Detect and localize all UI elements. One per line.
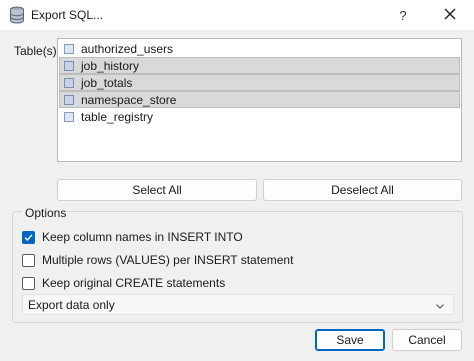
table-row[interactable]: authorized_users: [59, 40, 460, 57]
keep-create-option[interactable]: Keep original CREATE statements: [22, 276, 225, 290]
database-icon: [9, 6, 25, 24]
table-row[interactable]: job_totals: [59, 74, 460, 91]
table-checkbox[interactable]: [64, 77, 74, 88]
deselect-all-label: Deselect All: [331, 183, 394, 197]
table-checkbox[interactable]: [64, 111, 74, 122]
multiple-rows-option[interactable]: Multiple rows (VALUES) per INSERT statem…: [22, 253, 293, 267]
table-row[interactable]: namespace_store: [59, 91, 460, 108]
keep-create-checkbox[interactable]: [22, 276, 35, 290]
save-button[interactable]: Save: [315, 329, 385, 351]
save-label: Save: [336, 333, 364, 347]
options-label: Options: [22, 206, 70, 220]
table-name: job_history: [81, 58, 140, 73]
export-mode-select[interactable]: Export data only: [22, 294, 454, 315]
table-checkbox[interactable]: [64, 94, 74, 105]
table-row[interactable]: table_registry: [59, 108, 460, 125]
title-bar: Export SQL... ?: [0, 0, 474, 30]
keep-create-label: Keep original CREATE statements: [42, 276, 226, 290]
cancel-label: Cancel: [408, 333, 446, 347]
help-label: ?: [399, 7, 407, 23]
table-name: table_registry: [81, 109, 154, 124]
select-all-label: Select All: [132, 183, 182, 197]
cancel-button[interactable]: Cancel: [392, 329, 462, 351]
export-mode-value: Export data only: [28, 297, 115, 312]
table-name: namespace_store: [81, 92, 177, 107]
table-name: authorized_users: [81, 41, 174, 56]
checkmark-icon: [24, 233, 33, 241]
table-list[interactable]: authorized_users job_history job_totals …: [57, 38, 462, 162]
select-all-button[interactable]: Select All: [57, 179, 257, 201]
window-title: Export SQL...: [31, 8, 104, 22]
close-icon: [444, 8, 456, 23]
multiple-rows-checkbox[interactable]: [22, 253, 35, 267]
help-button[interactable]: ?: [380, 0, 426, 30]
deselect-all-button[interactable]: Deselect All: [263, 179, 462, 201]
keep-column-names-checkbox[interactable]: [22, 230, 35, 244]
table-name: job_totals: [81, 75, 133, 90]
close-button[interactable]: [426, 0, 474, 30]
keep-column-names-option[interactable]: Keep column names in INSERT INTO: [22, 230, 243, 244]
table-row[interactable]: job_history: [59, 57, 460, 74]
chevron-down-icon: [435, 300, 445, 310]
table-checkbox[interactable]: [64, 43, 74, 54]
table-checkbox[interactable]: [64, 60, 74, 71]
multiple-rows-label: Multiple rows (VALUES) per INSERT statem…: [42, 253, 294, 267]
tables-label: Table(s): [14, 44, 57, 58]
keep-column-names-label: Keep column names in INSERT INTO: [42, 230, 243, 244]
